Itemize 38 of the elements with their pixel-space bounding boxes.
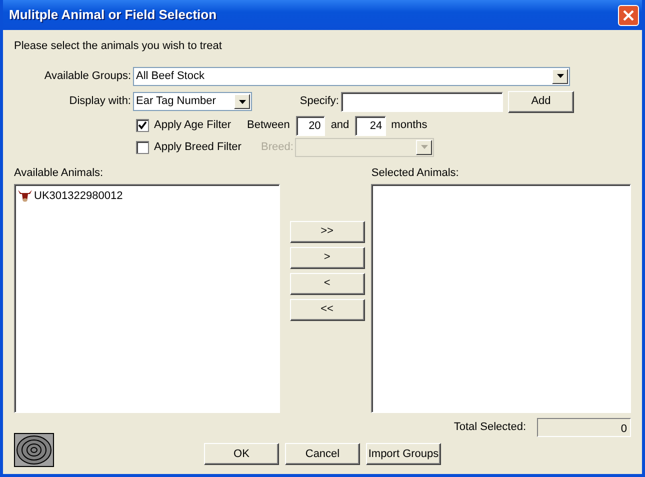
- dialog-button[interactable]: Cancel: [285, 443, 360, 465]
- total-label: Total Selected:: [454, 420, 526, 436]
- between-label: Between: [247, 118, 290, 134]
- transfer-button[interactable]: <<: [290, 298, 365, 320]
- checkbox-label: Apply Breed Filter: [154, 140, 242, 155]
- caret-icon: [556, 74, 564, 78]
- list-label: Selected Animals:: [371, 166, 460, 180]
- close-button[interactable]: [618, 4, 639, 26]
- field-label: Specify:: [298, 94, 340, 110]
- window-title: Mulitple Animal or Field Selection: [9, 6, 217, 24]
- transfer-button[interactable]: <: [290, 272, 365, 294]
- transfer-button[interactable]: >: [290, 246, 365, 268]
- display-dropdown[interactable]: Ear Tag Number: [133, 92, 252, 111]
- instruction-text: Please select the animals you wish to treat: [14, 39, 223, 54]
- breed-label: Breed:: [261, 140, 294, 155]
- checkbox[interactable]: [136, 119, 149, 132]
- fingerprint-icon: [14, 433, 54, 467]
- and-label: and: [330, 118, 350, 134]
- animal-list[interactable]: UK301322980012: [14, 184, 280, 413]
- age-from-field[interactable]: 20: [296, 116, 325, 136]
- close-icon: [622, 8, 635, 22]
- list-label: Available Animals:: [14, 166, 104, 180]
- dialog-button[interactable]: OK: [204, 443, 279, 465]
- caret-icon: [420, 145, 428, 149]
- dialog-button[interactable]: Import Groups: [366, 443, 441, 465]
- groups-dropdown[interactable]: All Beef Stock: [133, 66, 570, 86]
- unit-label: months: [391, 118, 428, 134]
- checkbox-label: Apply Age Filter: [154, 118, 232, 134]
- specify-field[interactable]: [341, 92, 503, 112]
- caret-icon: [238, 100, 246, 104]
- list-item[interactable]: UK301322980012: [34, 188, 123, 204]
- field-label: Available Groups:: [43, 68, 132, 84]
- field-label: Display with:: [68, 94, 132, 110]
- total-field: 0: [537, 418, 631, 437]
- add-button[interactable]: Add: [508, 90, 574, 112]
- cow-head-icon: [17, 189, 33, 204]
- age-to-field[interactable]: 24: [355, 116, 386, 136]
- transfer-button[interactable]: >>: [290, 220, 365, 242]
